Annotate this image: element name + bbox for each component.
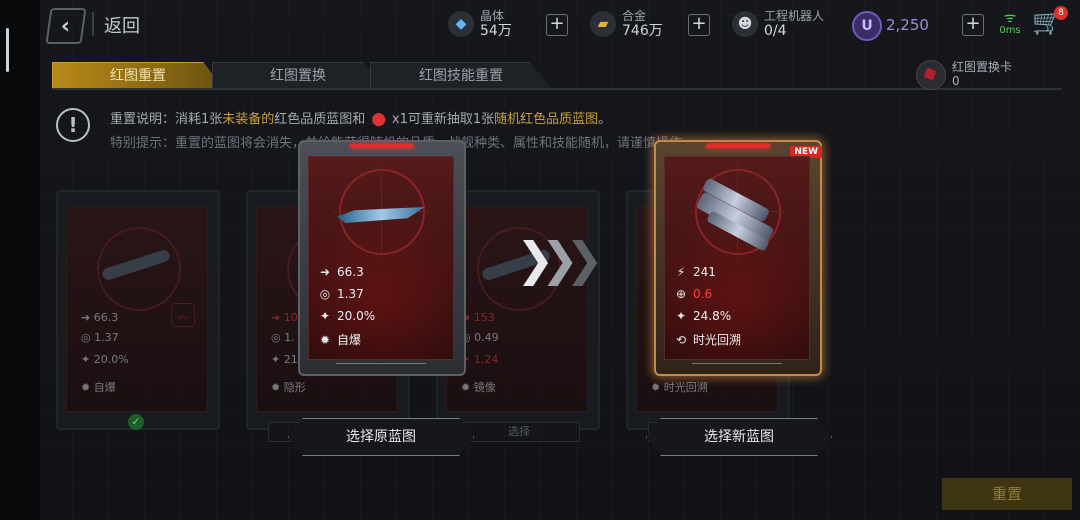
notice-text: 。: [598, 112, 612, 127]
speed-icon: ➜: [81, 311, 94, 324]
resource-alloy: ▰ 合金 746万: [590, 6, 663, 42]
missile-icon: ✦: [319, 309, 331, 323]
resource-name: 工程机器人: [764, 9, 825, 23]
stat-value: 153: [473, 311, 495, 324]
stat-value: 0.49: [474, 331, 499, 344]
shop-button[interactable]: 🛒 8: [1032, 6, 1068, 40]
notice-text: 重置说明：消耗1张: [110, 112, 223, 127]
missile-icon: ✦: [675, 309, 687, 323]
notice-text: x1可重新抽取1张: [391, 112, 495, 127]
divider: [92, 12, 94, 36]
back-button[interactable]: ‹: [45, 8, 87, 44]
transform-arrows-icon: ❯❯❯: [516, 232, 603, 286]
resource-robot: ☻ 工程机器人 0/4: [732, 6, 824, 42]
attack-value: 241: [693, 265, 716, 279]
skill-icon: ✹: [81, 381, 94, 394]
back-label[interactable]: 返回: [104, 12, 140, 38]
select-new-button[interactable]: 选择新蓝图: [646, 418, 832, 456]
skill-name: 镜像: [473, 381, 496, 394]
skill-name: 时光回溯: [663, 381, 708, 394]
left-edge-bar: [0, 0, 40, 520]
wifi-icon: ᯤ: [1003, 10, 1017, 26]
add-alloy-button[interactable]: +: [688, 14, 710, 36]
add-crystal-button[interactable]: +: [546, 14, 568, 36]
accuracy-icon: ◎: [81, 331, 95, 344]
notice-highlight: 随机红色品质蓝图: [494, 112, 599, 127]
original-blueprint-card[interactable]: ➜ 66.3 ◎ 1.37 ✦ 20.0% ✹ 自爆: [298, 140, 466, 376]
crit-value: 24.8%: [693, 309, 732, 323]
exchange-card-count: 0: [952, 74, 960, 88]
exchange-card-name: 红图置换卡: [952, 60, 1013, 74]
edge-indicator: [6, 28, 9, 72]
resource-name: 晶体: [480, 9, 505, 23]
rank-chevron-icon: ︽: [171, 303, 195, 327]
crystal-icon: ◆: [448, 11, 474, 37]
card-footer: [336, 363, 426, 372]
exchange-card-icon: [916, 60, 946, 90]
crosshair-icon: ⊕: [675, 287, 687, 301]
card-footer: [692, 363, 782, 372]
aim-value: 0.6: [693, 287, 713, 301]
add-u-currency-button[interactable]: +: [962, 14, 984, 36]
blueprint-slot-1[interactable]: ︽ ➜ 66.3 ◎ 1.37 ✦ 20.0% ✹ 自爆: [56, 190, 220, 430]
crit-value: 20.0%: [337, 309, 376, 323]
blueprint-small-icon: ⬤: [371, 112, 386, 127]
resource-value: 54万: [480, 23, 512, 39]
skill-name: 隐形: [283, 381, 306, 394]
accuracy-value: 1.37: [337, 287, 364, 301]
skill-icon: ✹: [319, 333, 331, 347]
stat-value: 21: [283, 353, 298, 366]
notice-text: 红色品质蓝图和: [274, 112, 366, 127]
selected-check-icon: ✓: [128, 414, 144, 430]
missile-icon: ✦: [81, 353, 94, 366]
speed-value: 66.3: [337, 265, 364, 279]
reset-button[interactable]: 重置: [942, 478, 1072, 510]
rarity-bar: [706, 144, 770, 148]
stat-value: 66.3: [93, 311, 119, 324]
tab-red-reset[interactable]: 红图重置: [52, 62, 224, 90]
ship-image: [691, 177, 781, 252]
stat-value: 1.24: [473, 353, 499, 366]
select-original-button[interactable]: 选择原蓝图: [288, 418, 474, 456]
stat-value: 20.0%: [93, 353, 129, 366]
reset-description: 重置说明：消耗1张未装备的红色品质蓝图和 ⬤ x1可重新抽取1张随机红色品质蓝图。: [110, 108, 611, 127]
cart-badge: 8: [1054, 6, 1068, 20]
skill-name: 自爆: [337, 333, 362, 347]
resource-crystal: ◆ 晶体 54万: [448, 6, 512, 42]
attack-icon: ⚡: [676, 265, 686, 279]
speed-icon: ➜: [319, 265, 331, 279]
skill-name: 自爆: [93, 381, 116, 394]
resource-name: 合金: [622, 9, 647, 23]
tab-red-exchange[interactable]: 红图置换: [212, 62, 384, 90]
wifi-status: ᯤ 0ms: [996, 8, 1024, 36]
resource-value: 0/4: [764, 23, 787, 39]
skill-name: 时光回溯: [693, 333, 742, 347]
chevron-left-icon: ‹: [61, 13, 71, 39]
select-button[interactable]: 选择: [458, 422, 580, 442]
warning-icon: !: [56, 108, 90, 142]
time-rewind-icon: ⟲: [675, 333, 687, 347]
notice-highlight: 未装备的: [222, 112, 275, 127]
resource-value: 746万: [622, 23, 663, 39]
stat-value: 1.37: [94, 331, 119, 344]
u-currency-value: 2,250: [886, 16, 929, 34]
robot-icon: ☻: [732, 11, 758, 37]
tab-underline: [52, 88, 1062, 90]
tab-red-skill-reset[interactable]: 红图技能重置: [370, 62, 552, 90]
rarity-bar: [350, 144, 414, 148]
stat-value: 1.: [284, 331, 295, 344]
u-currency-icon: U: [852, 11, 882, 41]
stat-value: 10: [283, 311, 298, 324]
accuracy-icon: ◎: [319, 287, 331, 301]
ping-value: 0ms: [999, 25, 1021, 36]
new-blueprint-card[interactable]: NEW ⚡ 241 ⊕ 0.6 ✦ 24.8% ⟲ 时光回溯: [654, 140, 822, 376]
alloy-icon: ▰: [590, 11, 616, 37]
